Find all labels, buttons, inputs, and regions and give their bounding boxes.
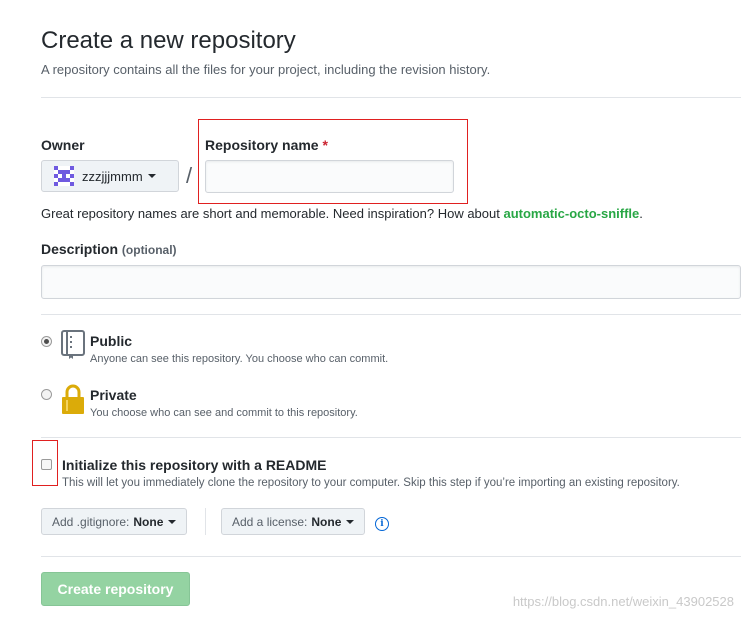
gitignore-value: None — [133, 514, 164, 529]
owner-select[interactable]: zzzjjjmmm — [41, 160, 179, 192]
repo-name-label-text: Repository name — [205, 137, 319, 153]
required-marker: * — [322, 137, 328, 153]
identicon-avatar-icon — [54, 166, 74, 186]
optional-tag: (optional) — [121, 243, 177, 257]
public-title: Public — [90, 333, 133, 349]
public-radio[interactable] — [41, 336, 52, 347]
suggested-name-link[interactable]: automatic-octo-sniffle — [503, 206, 639, 221]
readme-checkbox[interactable] — [41, 459, 52, 470]
private-title: Private — [90, 387, 137, 403]
owner-repo-separator: / — [186, 163, 193, 188]
info-icon[interactable]: i — [375, 517, 389, 531]
watermark: https://blog.csdn.net/weixin_43902528 — [512, 594, 734, 609]
divider — [41, 97, 741, 98]
caret-down-icon — [147, 174, 156, 178]
page-title: Create a new repository — [41, 27, 296, 54]
repo-name-label: Repository name * — [205, 137, 328, 153]
readme-title: Initialize this repository with a README — [62, 457, 327, 473]
description-label-text: Description — [41, 241, 119, 257]
page-subtitle: A repository contains all the files for … — [41, 62, 491, 77]
create-repository-button[interactable]: Create repository — [41, 572, 190, 606]
gitignore-select[interactable]: Add .gitignore: None — [41, 508, 188, 535]
repo-book-icon — [61, 330, 85, 359]
divider — [41, 314, 741, 315]
description-input[interactable] — [41, 265, 741, 299]
private-radio[interactable] — [41, 389, 52, 400]
radio-selected-dot — [44, 339, 49, 344]
caret-down-icon — [168, 519, 177, 524]
owner-label: Owner — [41, 137, 85, 153]
description-label: Description (optional) — [41, 241, 177, 257]
public-description: Anyone can see this repository. You choo… — [90, 353, 389, 365]
vertical-divider — [205, 508, 206, 535]
license-label: Add a license: — [232, 514, 308, 529]
readme-description: This will let you immediately clone the … — [62, 477, 680, 489]
owner-name: zzzjjjmmm — [82, 168, 143, 184]
lock-icon — [62, 384, 84, 414]
private-description: You choose who can see and commit to thi… — [90, 407, 358, 419]
repo-name-input[interactable] — [205, 160, 454, 193]
divider — [41, 437, 741, 438]
gitignore-label: Add .gitignore: — [52, 514, 130, 529]
repo-name-hint: Great repository names are short and mem… — [41, 206, 643, 221]
hint-end: . — [639, 206, 643, 221]
caret-down-icon — [346, 519, 355, 524]
license-select[interactable]: Add a license: None — [221, 508, 366, 535]
hint-text: Great repository names are short and mem… — [41, 206, 504, 221]
divider — [41, 556, 741, 557]
license-value: None — [311, 514, 342, 529]
